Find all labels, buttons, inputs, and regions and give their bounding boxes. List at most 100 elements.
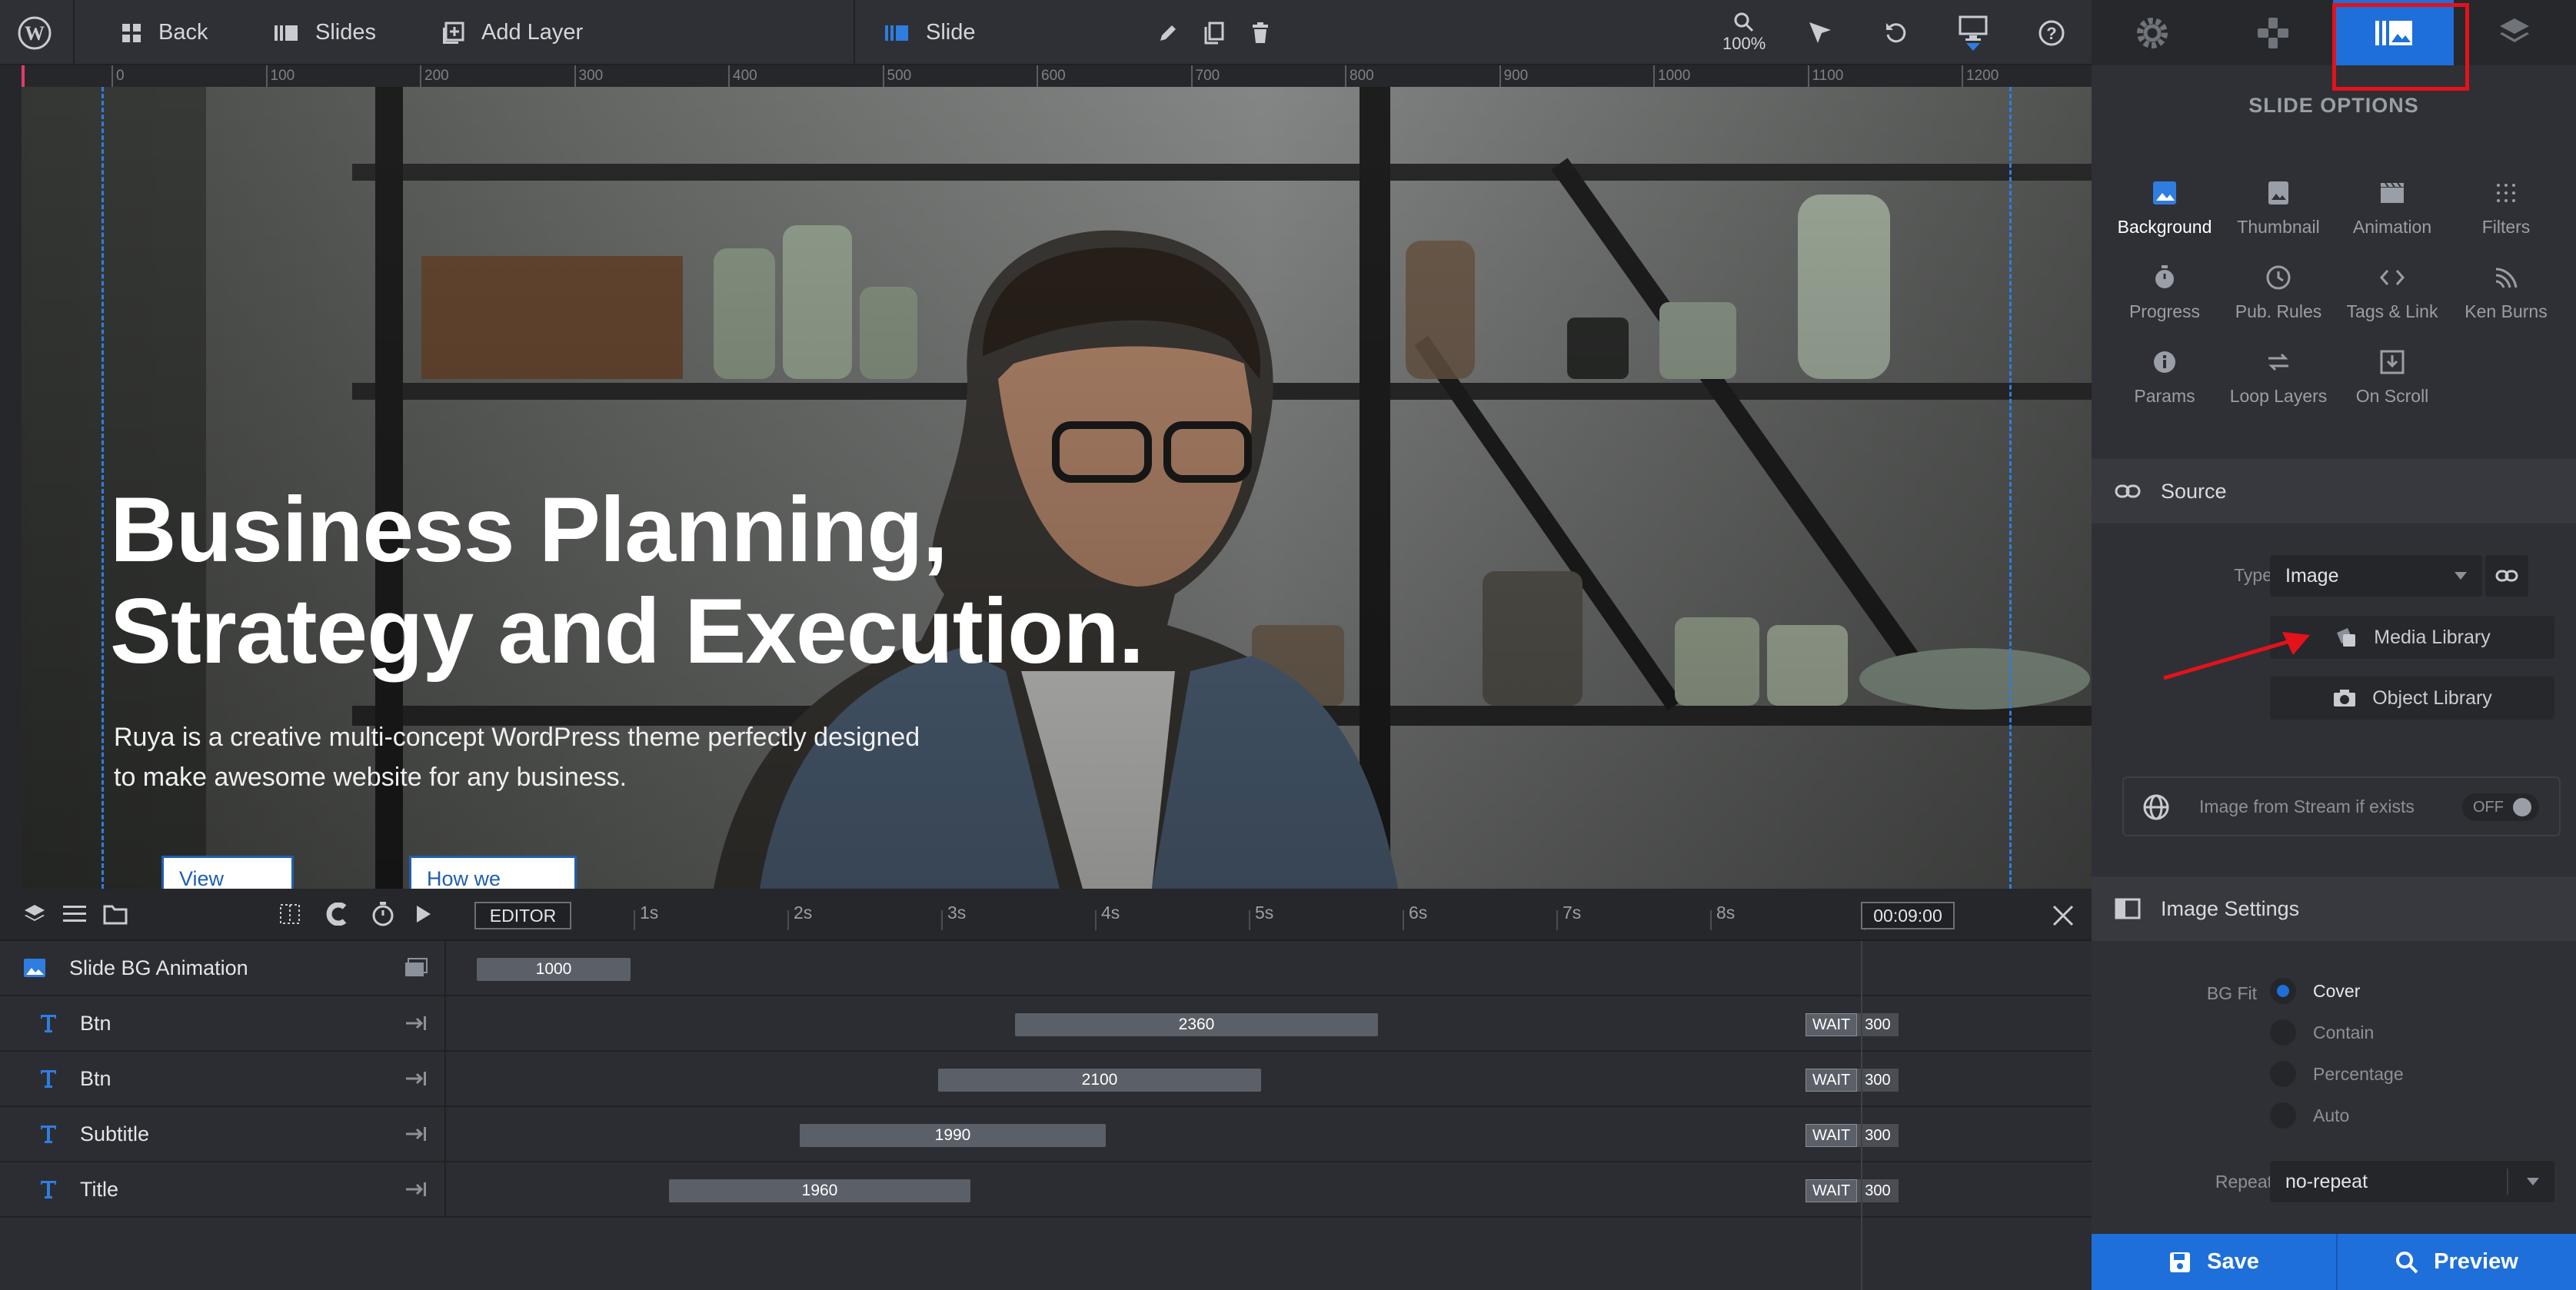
ruler-tick-label: 200 <box>424 68 449 84</box>
timeline-row[interactable]: Btn 2100 WAIT 300 <box>0 1052 2092 1107</box>
how-we-work-button-layer[interactable]: How we work> <box>409 856 577 889</box>
duplicate-slide-button[interactable] <box>1203 0 1225 65</box>
timeline-row[interactable]: Btn 2360 WAIT 300 <box>0 996 2092 1052</box>
timeline-duration-bar[interactable]: 1000 <box>477 958 631 981</box>
ruler-tick-mark <box>574 65 576 87</box>
radio-button[interactable] <box>2270 1102 2296 1129</box>
slide-option-label: Thumbnail <box>2237 217 2320 237</box>
slide-option-on-scroll[interactable]: On Scroll <box>2335 347 2450 407</box>
repeat-select[interactable]: no-repeat <box>2270 1161 2554 1202</box>
layer-end-icon[interactable] <box>404 1124 428 1144</box>
image-settings-icon[interactable] <box>404 958 428 978</box>
timeline-row-name[interactable]: Btn <box>0 1052 446 1105</box>
link-source-button[interactable] <box>2485 555 2528 597</box>
close-icon[interactable] <box>2052 904 2075 927</box>
magnet-icon[interactable] <box>326 903 349 926</box>
add-layer-button[interactable]: Add Layer <box>441 0 583 65</box>
slides-button[interactable]: Slides <box>274 0 376 65</box>
image-settings-icon <box>2115 898 2141 919</box>
timeline-tick-label: 4s <box>1101 903 1120 923</box>
timeline-row[interactable]: Subtitle 1990 WAIT 300 <box>0 1107 2092 1162</box>
timeline-row-name[interactable]: Slide BG Animation <box>0 941 446 995</box>
slide-option-thumbnail[interactable]: Thumbnail <box>2221 178 2336 238</box>
layer-end-icon[interactable] <box>404 1013 428 1033</box>
wait-marker[interactable]: WAIT 300 <box>1806 1124 1899 1147</box>
tab-layer-options[interactable] <box>2454 0 2574 65</box>
folder-icon[interactable] <box>103 903 128 925</box>
help-button[interactable]: ? <box>2038 0 2065 65</box>
back-button[interactable]: Back <box>121 0 208 65</box>
ruler-tick-label: 700 <box>1195 68 1220 84</box>
list-icon[interactable] <box>63 904 86 924</box>
gear-icon <box>2135 15 2170 51</box>
slide-subtitle-layer[interactable]: Ruya is a creative multi-concept WordPre… <box>114 717 1037 797</box>
timeline-time-display[interactable]: 00:09:00 <box>1861 902 1955 929</box>
bg-fit-option-contain[interactable]: Contain <box>2270 1019 2374 1046</box>
snap-grid-icon[interactable] <box>278 903 301 926</box>
slide-option-animation[interactable]: Animation <box>2335 178 2450 238</box>
image-settings-section-header[interactable]: Image Settings <box>2092 876 2576 941</box>
slide-option-progress[interactable]: Progress <box>2107 263 2222 322</box>
slide-option-background[interactable]: Background <box>2107 178 2222 238</box>
slide-icon <box>884 23 909 43</box>
stopwatch-icon[interactable] <box>371 901 395 927</box>
ruler-tick-label: 800 <box>1350 68 1374 84</box>
add-layer-label: Add Layer <box>481 20 584 45</box>
layer-end-icon[interactable] <box>404 1179 428 1199</box>
zoom-control[interactable]: 100% <box>1722 0 1766 65</box>
wait-marker[interactable]: WAIT 300 <box>1806 1179 1899 1202</box>
radio-button[interactable] <box>2270 1019 2296 1046</box>
undo-button[interactable] <box>1884 0 1909 65</box>
slide-canvas[interactable]: Business Planning, Strategy and Executio… <box>22 87 2092 889</box>
layer-end-icon[interactable] <box>404 1069 428 1089</box>
wait-value: 300 <box>1857 1179 1899 1202</box>
slide-option-tags-link[interactable]: Tags & Link <box>2335 263 2450 322</box>
bg-fit-option-auto[interactable]: Auto <box>2270 1102 2349 1129</box>
radio-button[interactable] <box>2270 978 2296 1004</box>
timeline-row-name[interactable]: Title <box>0 1162 446 1216</box>
slide-selector[interactable]: Slide <box>884 0 976 65</box>
layers-icon[interactable] <box>23 903 46 926</box>
timeline-tick-mark <box>1556 910 1558 930</box>
tab-navigation[interactable] <box>2212 0 2333 65</box>
timeline-duration-bar[interactable]: 2360 <box>1015 1013 1378 1036</box>
slide-option-filters[interactable]: Filters <box>2448 178 2564 238</box>
slide-option-loop-layers[interactable]: Loop Layers <box>2221 347 2336 407</box>
delete-slide-button[interactable] <box>1251 0 1270 65</box>
timeline-duration-bar[interactable]: 2100 <box>938 1069 1261 1092</box>
timeline-tick-mark <box>1095 910 1097 930</box>
editor-label[interactable]: EDITOR <box>474 902 571 929</box>
slide-title-layer[interactable]: Business Planning, Strategy and Executio… <box>110 479 1144 682</box>
radio-button[interactable] <box>2270 1061 2296 1087</box>
stream-toggle[interactable]: OFF <box>2462 793 2539 821</box>
ruler-tick-label: 300 <box>578 68 604 84</box>
timeline-row[interactable]: Slide BG Animation 1000 <box>0 941 2092 996</box>
device-desktop-button[interactable] <box>1959 0 1988 65</box>
ruler-tick-label: 1100 <box>1812 68 1844 84</box>
wait-marker[interactable]: WAIT 300 <box>1806 1069 1899 1092</box>
timeline-row[interactable]: Title 1960 WAIT 300 <box>0 1162 2092 1218</box>
timeline-duration-bar[interactable]: 1960 <box>669 1179 970 1202</box>
bg-fit-option-cover[interactable]: Cover <box>2270 978 2360 1004</box>
slide-option-pub-rules[interactable]: Pub. Rules <box>2221 263 2336 322</box>
chevron-down-icon <box>2527 1178 2539 1185</box>
wordpress-logo-icon[interactable]: W <box>17 0 52 65</box>
tab-module-settings[interactable] <box>2092 0 2212 65</box>
timeline-row-name[interactable]: Btn <box>0 996 446 1050</box>
timeline-row-name[interactable]: Subtitle <box>0 1107 446 1161</box>
edit-slide-button[interactable] <box>1157 0 1179 65</box>
timeline-duration-bar[interactable]: 1990 <box>800 1124 1106 1147</box>
slide-option-ken-burns[interactable]: Ken Burns <box>2448 263 2564 322</box>
timeline-tick-mark <box>1710 910 1712 930</box>
filters-icon <box>2448 178 2564 208</box>
preview-button[interactable]: Preview <box>2338 1234 2576 1290</box>
view-more-button-layer[interactable]: View More <box>161 856 294 889</box>
save-button[interactable]: Save <box>2092 1234 2336 1290</box>
bg-fit-option-percentage[interactable]: Percentage <box>2270 1061 2404 1087</box>
source-section-header[interactable]: Source <box>2092 459 2576 524</box>
type-select[interactable]: Image <box>2270 555 2482 597</box>
play-icon[interactable] <box>415 904 432 924</box>
wait-marker[interactable]: WAIT 300 <box>1806 1013 1899 1036</box>
slide-option-params[interactable]: Params <box>2107 347 2222 407</box>
cursor-mode-button[interactable] <box>1807 0 1833 65</box>
